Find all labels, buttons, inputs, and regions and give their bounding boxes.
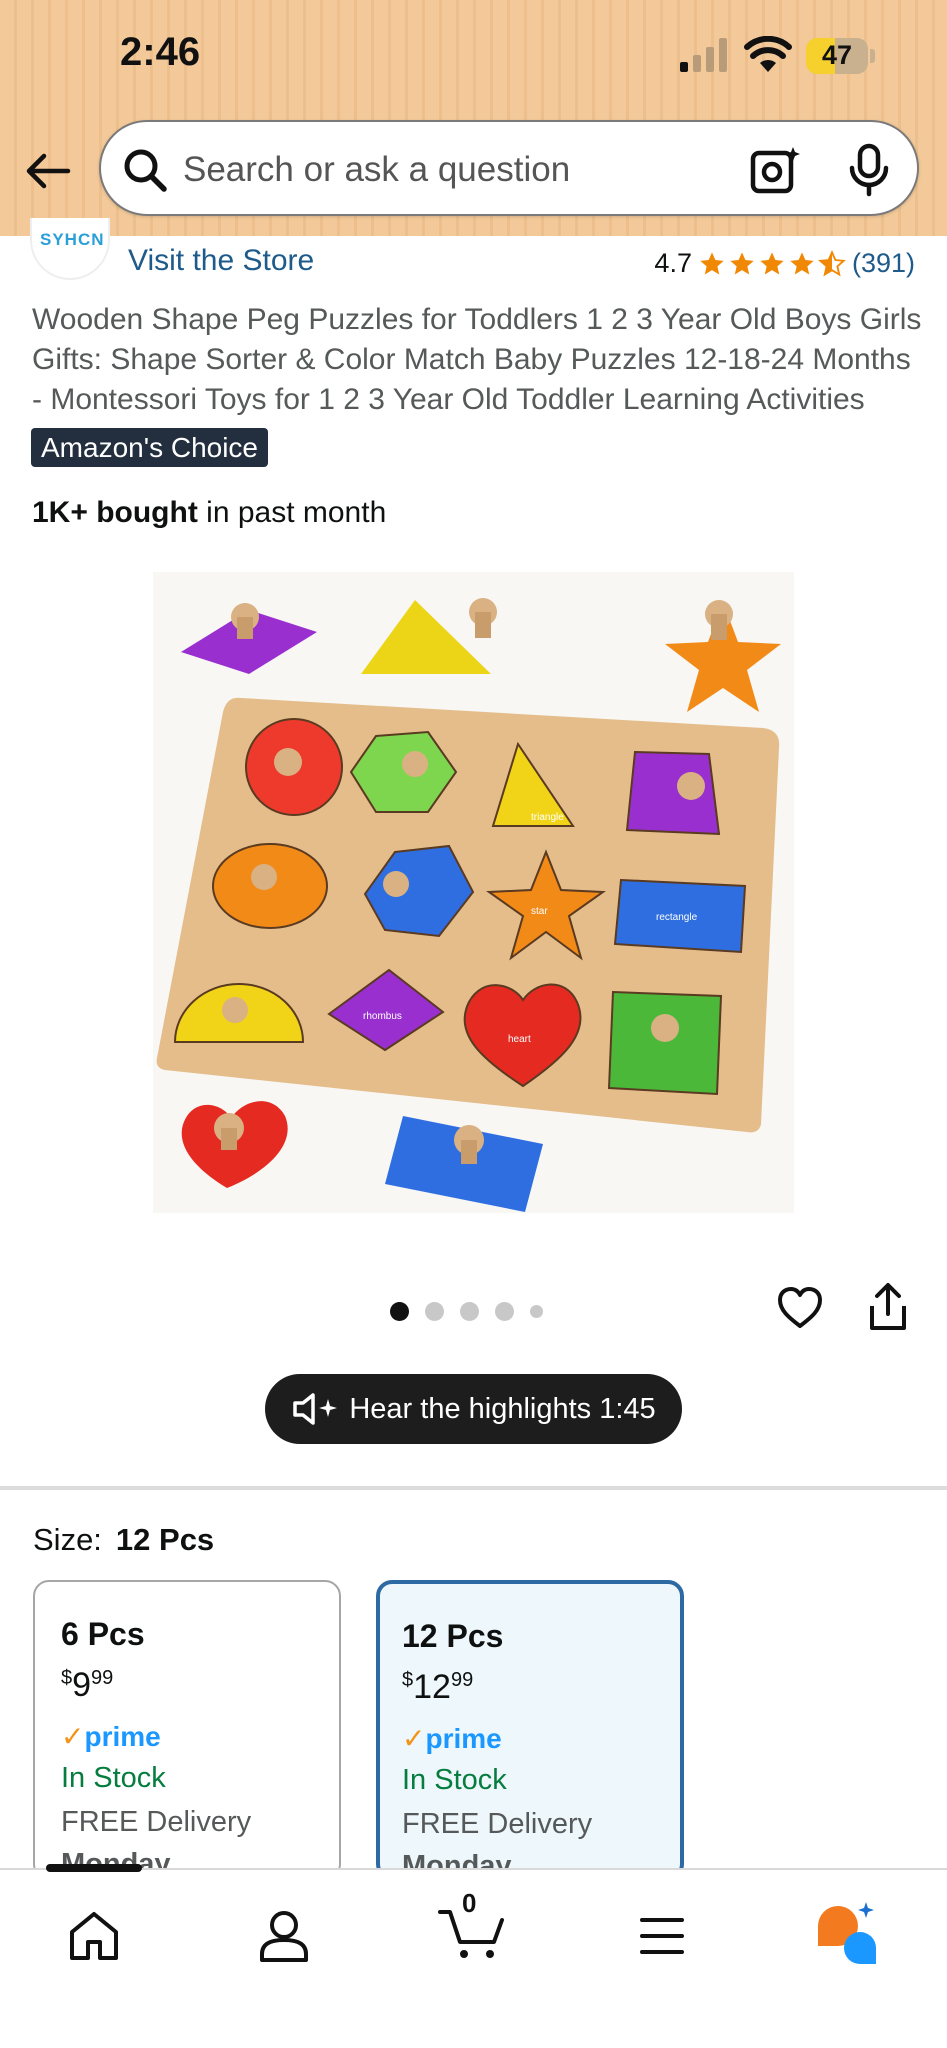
wifi-icon bbox=[744, 36, 792, 72]
rating-count[interactable]: (391) bbox=[852, 248, 915, 279]
half-star-icon bbox=[818, 249, 846, 276]
stock-status: In Stock bbox=[61, 1762, 166, 1794]
carousel-dot[interactable] bbox=[425, 1302, 444, 1321]
back-arrow-icon[interactable] bbox=[22, 145, 74, 197]
selected-size: 12 Pcs bbox=[115, 1522, 215, 1557]
amazons-choice-badge: Amazon's Choice bbox=[31, 428, 268, 467]
size-option-price: $999 bbox=[61, 1666, 114, 1704]
shape-label-rectangle: rectangle bbox=[656, 912, 698, 923]
star-icon bbox=[760, 251, 784, 274]
section-divider bbox=[0, 1486, 947, 1490]
star-icon bbox=[790, 251, 814, 274]
camera-search-icon[interactable] bbox=[749, 144, 801, 196]
delivery-info: FREE Delivery bbox=[402, 1808, 593, 1840]
wishlist-heart-icon[interactable] bbox=[776, 1284, 824, 1332]
size-option-name: 6 Pcs bbox=[61, 1616, 145, 1652]
search-icon bbox=[124, 149, 167, 192]
share-icon[interactable] bbox=[864, 1282, 912, 1332]
size-selector-label: Size: 12 Pcs bbox=[33, 1522, 215, 1557]
carousel-dot[interactable] bbox=[495, 1302, 514, 1321]
hear-highlights-label: Hear the highlights 1:45 bbox=[349, 1392, 656, 1425]
bought-count: 1K+ bought in past month bbox=[32, 496, 387, 529]
size-option-12-pcs[interactable]: 12 Pcs $1299 ✓prime In Stock FREE Delive… bbox=[376, 1580, 684, 1880]
shape-label-rhombus: rhombus bbox=[363, 1011, 402, 1022]
header: 2:46 47 Search or ask a question bbox=[0, 0, 947, 236]
hear-highlights-button[interactable]: Hear the highlights 1:45 bbox=[265, 1374, 682, 1444]
battery-percent: 47 bbox=[821, 40, 853, 70]
rufus-assistant-icon[interactable] bbox=[814, 1900, 880, 1966]
battery-indicator: 47 bbox=[806, 38, 875, 74]
bottom-nav: 0 bbox=[0, 1864, 947, 2048]
delivery-info: FREE Delivery bbox=[61, 1806, 252, 1838]
image-carousel-dots[interactable] bbox=[390, 1302, 543, 1321]
speaker-sparkle-icon bbox=[293, 1393, 338, 1425]
size-option-6-pcs[interactable]: 6 Pcs $999 ✓prime In Stock FREE Delivery… bbox=[33, 1580, 341, 1880]
carousel-dot[interactable] bbox=[390, 1302, 409, 1321]
rating-stars bbox=[698, 249, 846, 278]
shape-label-heart: heart bbox=[508, 1034, 531, 1045]
star-icon bbox=[700, 251, 724, 274]
product-title: Wooden Shape Peg Puzzles for Toddlers 1 … bbox=[32, 303, 922, 416]
size-option-price: $1299 bbox=[402, 1668, 474, 1706]
menu-icon[interactable] bbox=[632, 1906, 692, 1966]
home-icon[interactable] bbox=[64, 1906, 124, 1966]
store-logo[interactable]: SYHCN bbox=[30, 218, 110, 280]
size-option-name: 12 Pcs bbox=[402, 1618, 504, 1654]
prime-badge: ✓prime bbox=[402, 1723, 502, 1754]
carousel-dot[interactable] bbox=[530, 1305, 543, 1318]
search-bar[interactable]: Search or ask a question bbox=[99, 120, 919, 216]
stock-status: In Stock bbox=[402, 1764, 507, 1796]
cart-icon bbox=[438, 1910, 504, 1958]
carousel-dot[interactable] bbox=[460, 1302, 479, 1321]
cellular-signal-icon bbox=[680, 38, 727, 72]
search-input[interactable]: Search or ask a question bbox=[183, 150, 570, 190]
shape-label-star: star bbox=[531, 906, 548, 917]
active-tab-indicator bbox=[46, 1864, 142, 1872]
star-icon bbox=[730, 251, 754, 274]
prime-badge: ✓prime bbox=[61, 1721, 161, 1752]
account-icon[interactable] bbox=[254, 1906, 314, 1966]
status-time: 2:46 bbox=[120, 30, 201, 74]
visit-store-link[interactable]: Visit the Store bbox=[128, 244, 314, 278]
microphone-icon[interactable] bbox=[847, 142, 891, 198]
product-image[interactable]: triangle star rectangle rhombus heart bbox=[153, 572, 794, 1213]
rating-value: 4.7 bbox=[654, 248, 692, 278]
cart-button[interactable]: 0 bbox=[438, 1888, 508, 1968]
rating-summary[interactable]: 4.7 (391) bbox=[654, 248, 915, 279]
shape-label-triangle: triangle bbox=[531, 812, 564, 823]
